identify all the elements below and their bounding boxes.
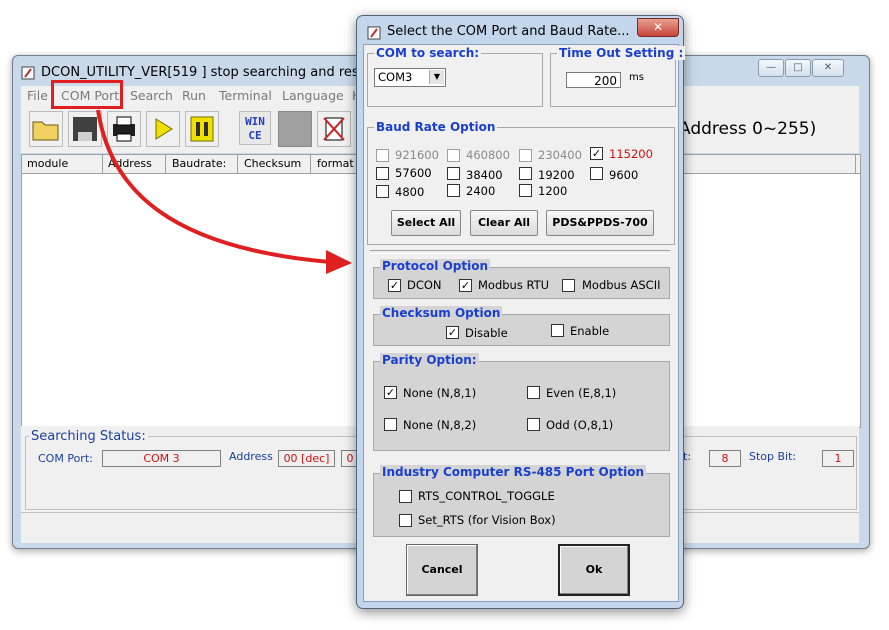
baud-rate-title: Baud Rate Option [374, 120, 498, 134]
baud-9600-label: 9600 [609, 168, 639, 182]
separator [370, 250, 670, 254]
dialog-title: Select the COM Port and Baud Rate... [387, 24, 630, 39]
dialog-body: COM to search: COM3 ▼ Time Out Setting :… [363, 44, 686, 602]
pds-ppds-button[interactable]: PDS&PPDS-700 [546, 210, 654, 236]
dialog-close-button[interactable]: ✕ [637, 18, 679, 37]
cancel-button[interactable]: Cancel [406, 544, 478, 596]
checksum-enable-checkbox[interactable] [551, 324, 564, 337]
baud-460800-checkbox[interactable] [447, 149, 460, 162]
parity-odd-label: Odd (O,8,1) [546, 418, 614, 432]
checksum-disable-label: Disable [465, 326, 508, 340]
baud-19200-label: 19200 [538, 168, 575, 182]
protocol-modbus-rtu-label: Modbus RTU [478, 278, 550, 292]
baud-38400-label: 38400 [466, 168, 503, 182]
baud-4800-checkbox[interactable] [376, 185, 389, 198]
checksum-group: Checksum Option ✓ Disable Enable [373, 306, 670, 346]
parity-none-n82-label: None (N,8,2) [403, 418, 477, 432]
com-port-dialog: Select the COM Port and Baud Rate... ✕ C… [356, 15, 686, 609]
select-all-button[interactable]: Select All [391, 210, 461, 236]
baud-2400-label: 2400 [466, 184, 496, 198]
protocol-dcon-label: DCON [407, 278, 442, 292]
timeout-input[interactable]: 200 [566, 72, 621, 88]
parity-title: Parity Option: [380, 353, 479, 367]
rts-control-toggle-checkbox[interactable] [399, 490, 412, 503]
checksum-enable-label: Enable [570, 324, 610, 338]
clear-all-button[interactable]: Clear All [470, 210, 538, 236]
rs485-group: Industry Computer RS-485 Port Option RTS… [373, 465, 670, 537]
baud-115200-label: 115200 [609, 147, 653, 161]
rts-control-toggle-label: RTS_CONTROL_TOGGLE [418, 489, 555, 503]
com-port-select[interactable]: COM3 ▼ [374, 68, 446, 87]
set-rts-checkbox[interactable] [399, 514, 412, 527]
protocol-dcon-checkbox[interactable]: ✓ [388, 279, 401, 292]
baud-1200-checkbox[interactable] [519, 184, 532, 197]
protocol-modbus-ascii-label: Modbus ASCII [582, 278, 661, 292]
protocol-title: Protocol Option [380, 259, 491, 273]
com-search-group: COM to search: COM3 ▼ [367, 46, 543, 107]
baud-9600-checkbox[interactable] [590, 167, 603, 180]
checksum-disable-checkbox[interactable]: ✓ [446, 326, 459, 339]
baud-230400-label: 230400 [538, 148, 582, 162]
baud-38400-checkbox[interactable] [447, 167, 460, 180]
baud-2400-checkbox[interactable] [447, 184, 460, 197]
parity-none-n81-checkbox[interactable]: ✓ [384, 386, 397, 399]
protocol-modbus-rtu-checkbox[interactable]: ✓ [459, 279, 472, 292]
ok-button[interactable]: Ok [558, 544, 630, 596]
protocol-group: Protocol Option ✓ DCON ✓ Modbus RTU Modb… [373, 259, 670, 299]
parity-group: Parity Option: ✓ None (N,8,1) Even (E,8,… [373, 353, 670, 451]
timeout-title: Time Out Setting : [557, 46, 686, 60]
dialog-app-icon [367, 26, 381, 40]
parity-even-label: Even (E,8,1) [546, 386, 617, 400]
baud-rate-group: Baud Rate Option 921600 460800 230400 ✓ … [367, 120, 675, 245]
parity-none-n81-label: None (N,8,1) [403, 386, 477, 400]
baud-921600-checkbox[interactable] [376, 149, 389, 162]
set-rts-label: Set_RTS (for Vision Box) [418, 513, 556, 527]
rs485-title: Industry Computer RS-485 Port Option [380, 465, 646, 479]
baud-57600-checkbox[interactable] [376, 167, 389, 180]
baud-460800-label: 460800 [466, 148, 510, 162]
protocol-modbus-ascii-checkbox[interactable] [562, 279, 575, 292]
com-search-title: COM to search: [374, 46, 482, 60]
checksum-title: Checksum Option [380, 306, 503, 320]
baud-57600-label: 57600 [395, 166, 432, 180]
baud-19200-checkbox[interactable] [519, 167, 532, 180]
baud-921600-label: 921600 [395, 148, 439, 162]
timeout-group: Time Out Setting : 200 ms [550, 46, 686, 107]
baud-1200-label: 1200 [538, 184, 568, 198]
parity-none-n82-checkbox[interactable] [384, 418, 397, 431]
baud-4800-label: 4800 [395, 185, 425, 199]
com-port-select-value: COM3 [378, 70, 413, 84]
parity-odd-checkbox[interactable] [527, 418, 540, 431]
parity-even-checkbox[interactable] [527, 386, 540, 399]
baud-115200-checkbox[interactable]: ✓ [590, 147, 603, 160]
timeout-unit: ms [629, 72, 644, 83]
chevron-down-icon[interactable]: ▼ [429, 70, 444, 84]
baud-230400-checkbox[interactable] [519, 149, 532, 162]
